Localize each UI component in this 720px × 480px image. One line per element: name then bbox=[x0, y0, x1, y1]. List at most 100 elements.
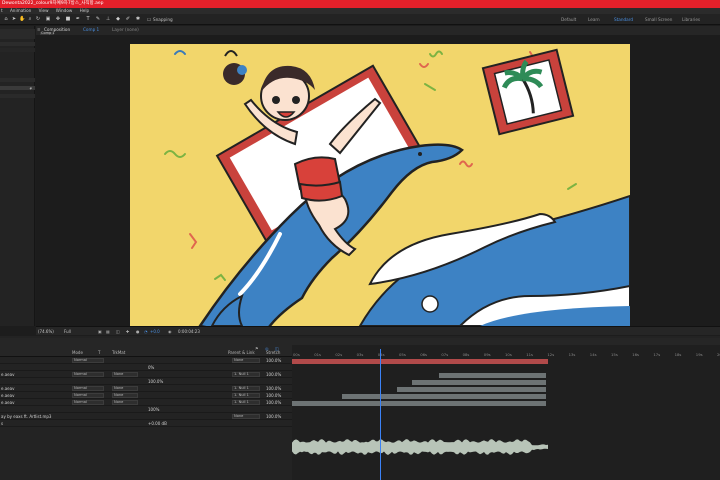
layer-stretch-value[interactable]: 100.0% bbox=[266, 414, 281, 419]
time-tick-label: 18s bbox=[674, 352, 682, 357]
layer-parent-dropdown[interactable]: 1. Null 1 bbox=[232, 386, 260, 391]
resolution-dropdown[interactable]: Full bbox=[64, 329, 71, 334]
layer-trkmat-dropdown[interactable]: None bbox=[112, 393, 138, 398]
workspace-standard[interactable]: Standard bbox=[614, 17, 633, 22]
time-tick-label: 12s bbox=[547, 352, 555, 357]
layer-duration-bar[interactable] bbox=[438, 373, 546, 378]
layer-mode-dropdown[interactable]: Normal bbox=[72, 372, 104, 377]
pen-tool-icon[interactable]: ✒ bbox=[75, 17, 81, 22]
zoom-tool-icon[interactable]: ⌕ bbox=[27, 17, 33, 22]
layer-mode-dropdown[interactable]: Normal bbox=[72, 393, 104, 398]
menu-item-view[interactable]: View bbox=[39, 8, 49, 13]
time-tick-label: 19s bbox=[695, 352, 703, 357]
puppet-tool-icon[interactable]: ✱ bbox=[135, 17, 141, 22]
type-tool-icon[interactable]: T bbox=[85, 17, 91, 22]
time-tick-label: 08s bbox=[462, 352, 470, 357]
layer-parent-dropdown[interactable]: 1. Null 1 bbox=[232, 372, 260, 377]
home-icon[interactable]: ⌂ bbox=[3, 17, 9, 22]
layer-mode-dropdown[interactable]: Normal bbox=[72, 400, 104, 405]
layer-trkmat-dropdown[interactable]: None bbox=[112, 372, 138, 377]
workspace-libraries[interactable]: Libraries bbox=[682, 17, 700, 22]
transparency-grid-icon[interactable]: ▦ bbox=[106, 329, 110, 334]
composition-tabs: ≡ Composition Comp 1 Layer (none) Comp 1 bbox=[36, 26, 720, 35]
layer-row[interactable]: 100% bbox=[0, 406, 292, 413]
layer-name: e.aeav bbox=[1, 400, 15, 405]
mask-visibility-icon[interactable]: ◫ bbox=[116, 329, 120, 334]
snapshot-icon[interactable]: ◉ bbox=[168, 329, 172, 334]
layer-stretch-value[interactable]: 100.0% bbox=[266, 372, 281, 377]
layer-trkmat-dropdown[interactable]: None bbox=[112, 400, 138, 405]
snapping-label[interactable]: Snapping bbox=[153, 17, 173, 22]
property-value[interactable]: 0% bbox=[148, 365, 154, 370]
hand-tool-icon[interactable]: ✋ bbox=[19, 17, 25, 22]
eraser-tool-icon[interactable]: ◆ bbox=[115, 17, 121, 22]
layer-row[interactable]: Normal None 100.0% bbox=[0, 357, 292, 364]
layer-row[interactable]: ay by eaxs ft. Artlist.mp3 None 100.0% bbox=[0, 413, 292, 420]
time-tick-label: 07s bbox=[441, 352, 449, 357]
workspace-small-screen[interactable]: Small Screen bbox=[645, 17, 672, 22]
layer-row[interactable]: 100.0% bbox=[0, 378, 292, 385]
time-tick-label: 01s bbox=[314, 352, 321, 357]
layer-stretch-value[interactable]: 100.0% bbox=[266, 358, 281, 363]
layer-parent-dropdown[interactable]: 1. Null 1 bbox=[232, 400, 260, 405]
layer-mode-dropdown[interactable]: Normal bbox=[72, 386, 104, 391]
brush-tool-icon[interactable]: ✎ bbox=[95, 17, 101, 22]
menu-item-animation[interactable]: Animation bbox=[10, 8, 31, 13]
layer-duration-bar[interactable] bbox=[292, 401, 546, 406]
shape-tool-icon[interactable]: ■ bbox=[65, 17, 71, 22]
layer-trkmat-dropdown[interactable]: None bbox=[112, 386, 138, 391]
layer-parent-dropdown[interactable]: None bbox=[232, 358, 260, 363]
menu-item-t[interactable]: t bbox=[1, 8, 3, 13]
layer-duration-bar[interactable] bbox=[411, 380, 546, 385]
channel-icon[interactable]: ● bbox=[136, 329, 140, 334]
layer-parent-dropdown[interactable]: None bbox=[232, 414, 260, 419]
current-time-display[interactable]: 0:00:04:23 bbox=[178, 329, 200, 334]
project-item[interactable] bbox=[0, 94, 35, 98]
workspace-learn[interactable]: Learn bbox=[588, 17, 600, 22]
property-value[interactable]: 100.0% bbox=[148, 379, 163, 384]
region-of-interest-icon[interactable]: ▣ bbox=[98, 329, 102, 334]
layer-row[interactable]: e.aeav Normal None 1. Null 1 100.0% bbox=[0, 399, 292, 406]
timeline-tracks[interactable]: 00s 01s 02s 03s 04s 05s 06s 07s 08s 09s 10s 11s 12s 1… bbox=[292, 345, 720, 480]
camera-tool-icon[interactable]: ▣ bbox=[45, 17, 51, 22]
rotate-tool-icon[interactable]: ↻ bbox=[35, 17, 41, 22]
project-search-input[interactable] bbox=[0, 42, 35, 46]
clone-stamp-tool-icon[interactable]: ⊥ bbox=[105, 17, 111, 22]
property-value[interactable]: 100% bbox=[148, 407, 159, 412]
layer-duration-bar[interactable] bbox=[342, 394, 546, 399]
pan-behind-tool-icon[interactable]: ✥ bbox=[55, 17, 61, 22]
column-trkmat: TrkMat bbox=[112, 350, 126, 355]
layer-row[interactable]: e.aeav Normal None 1. Null 1 100.0% bbox=[0, 392, 292, 399]
project-header-row bbox=[0, 48, 35, 52]
layer-row[interactable]: s +0.00 dB bbox=[0, 420, 292, 427]
comp-mini-flowchart-icon[interactable]: ⚑ bbox=[255, 346, 259, 351]
exposure-icon[interactable]: ◔ bbox=[144, 329, 148, 334]
snapping-checkbox-icon[interactable]: ☐ bbox=[146, 17, 152, 22]
layer-parent-dropdown[interactable]: 1. Null 1 bbox=[232, 393, 260, 398]
layer-duration-bar[interactable] bbox=[396, 387, 546, 392]
layer-duration-bar[interactable] bbox=[292, 359, 548, 364]
tab-layer[interactable]: Layer (none) bbox=[112, 27, 139, 32]
workspace-default[interactable]: Default bbox=[561, 17, 576, 22]
layer-stretch-value[interactable]: 100.0% bbox=[266, 386, 281, 391]
comp-artwork[interactable] bbox=[130, 44, 630, 326]
layer-row[interactable]: e.aeav Normal None 1. Null 1 100.0% bbox=[0, 371, 292, 378]
project-item[interactable] bbox=[0, 78, 35, 82]
playhead[interactable] bbox=[380, 349, 381, 480]
layer-mode-dropdown[interactable]: Normal bbox=[72, 358, 104, 363]
roto-brush-tool-icon[interactable]: ✐ bbox=[125, 17, 131, 22]
layer-row[interactable]: e.aeav Normal None 1. Null 1 100.0% bbox=[0, 385, 292, 392]
layer-stretch-value[interactable]: 100.0% bbox=[266, 400, 281, 405]
layer-stretch-value[interactable]: 100.0% bbox=[266, 393, 281, 398]
tab-composition-comp[interactable]: Comp 1 bbox=[83, 27, 99, 32]
menu-item-window[interactable]: Window bbox=[56, 8, 73, 13]
flowchart-icon[interactable]: ⚘ bbox=[29, 86, 33, 91]
property-value[interactable]: +0.00 dB bbox=[148, 421, 167, 426]
menu-item-help[interactable]: Help bbox=[80, 8, 90, 13]
grid-guides-icon[interactable]: ✚ bbox=[126, 329, 129, 334]
exposure-value[interactable]: +0.0 bbox=[150, 329, 160, 334]
girl-dolphin-illustration bbox=[130, 44, 630, 326]
selection-tool-icon[interactable]: ➤ bbox=[11, 17, 17, 22]
layer-row[interactable]: 0% bbox=[0, 364, 292, 371]
zoom-dropdown[interactable]: (74.6%) bbox=[38, 329, 54, 334]
